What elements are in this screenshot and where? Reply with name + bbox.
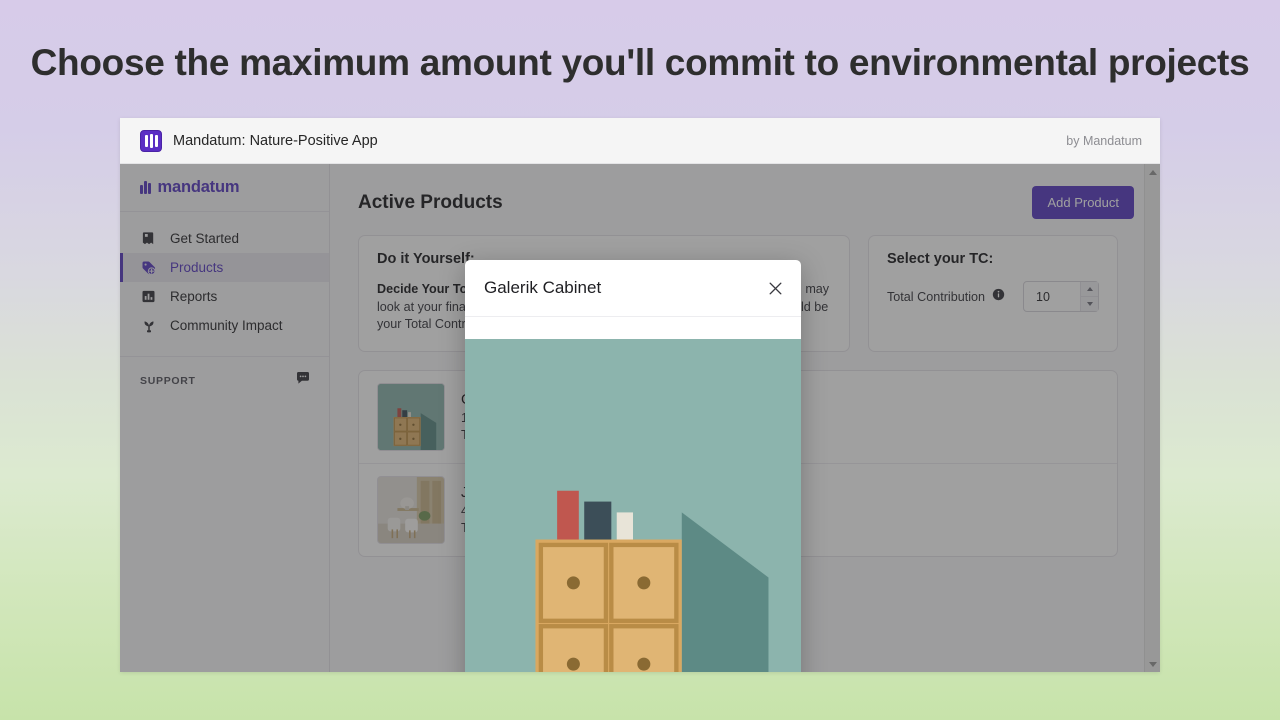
- edit-product-modal: Galerik Cabinet: [465, 260, 801, 672]
- app-title: Mandatum: Nature-Positive App: [173, 133, 378, 149]
- app-window: Mandatum: Nature-Positive App by Mandatu…: [120, 118, 1160, 672]
- modal-title: Galerik Cabinet: [484, 278, 601, 298]
- modal-body: Galerik Cabinet 1000.0 USD Total Contrib…: [465, 317, 801, 672]
- close-icon[interactable]: [767, 280, 784, 297]
- app-header-bar: Mandatum: Nature-Positive App by Mandatu…: [120, 118, 1160, 164]
- mandatum-logo-icon: [140, 130, 162, 152]
- modal-header: Galerik Cabinet: [465, 260, 801, 317]
- cabinet-image: [465, 339, 801, 672]
- page-title: Choose the maximum amount you'll commit …: [0, 42, 1280, 84]
- app-publisher: by Mandatum: [1066, 134, 1142, 148]
